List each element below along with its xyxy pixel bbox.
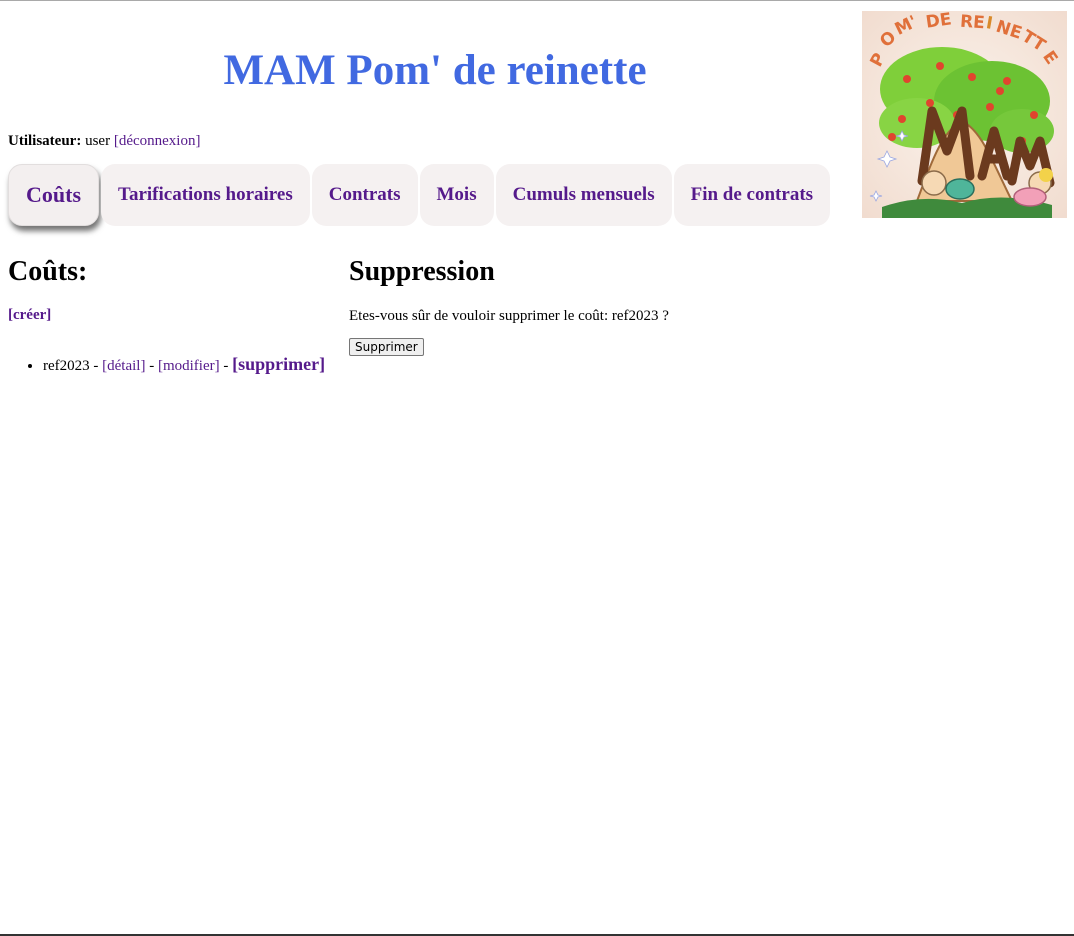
tab-mois[interactable]: Mois xyxy=(419,164,494,226)
deletion-heading: Suppression xyxy=(349,256,495,287)
user-bar: Utilisateur: user [déconnexion] xyxy=(8,132,200,150)
tab-contrats[interactable]: Contrats xyxy=(311,164,418,226)
costs-panel: Coûts: [créer] ref2023 - [détail] - [mod… xyxy=(8,249,338,378)
costs-heading: Coûts: xyxy=(8,256,88,287)
edit-link[interactable]: [modifier] xyxy=(158,358,220,374)
tab-tarifications-horaires[interactable]: Tarifications horaires xyxy=(101,164,310,226)
separator: - xyxy=(89,358,103,374)
cost-name: ref2023 xyxy=(43,358,90,374)
confirm-text: Etes-vous sûr de vouloir supprimer le co… xyxy=(349,308,669,324)
user-label: Utilisateur: xyxy=(8,133,82,149)
deletion-panel: Suppression Etes-vous sûr de vouloir sup… xyxy=(349,249,849,356)
svg-text:RE: RE xyxy=(959,12,985,34)
svg-text:DE: DE xyxy=(925,11,953,33)
main-tabs: Coûts Tarifications horaires Contrats Mo… xyxy=(8,164,831,226)
create-link[interactable]: [créer] xyxy=(8,307,51,324)
tab-fin-de-contrats[interactable]: Fin de contrats xyxy=(673,164,831,226)
username: user xyxy=(85,133,111,149)
site-title: MAM Pom' de reinette xyxy=(223,47,647,94)
logout-link[interactable]: [déconnexion] xyxy=(114,133,201,149)
mam-logo-image: P O M' DE RE I NE TT E xyxy=(862,9,1067,218)
separator: - xyxy=(219,358,233,374)
separator: - xyxy=(145,358,158,374)
delete-link[interactable]: [supprimer] xyxy=(232,354,325,374)
tab-couts[interactable]: Coûts xyxy=(8,164,100,226)
delete-button[interactable]: Supprimer xyxy=(349,338,424,356)
cost-list: ref2023 - [détail] - [modifier] - [suppr… xyxy=(8,352,338,378)
tab-cumuls-mensuels[interactable]: Cumuls mensuels xyxy=(495,164,672,226)
detail-link[interactable]: [détail] xyxy=(102,358,145,374)
list-item: ref2023 - [détail] - [modifier] - [suppr… xyxy=(43,352,338,378)
